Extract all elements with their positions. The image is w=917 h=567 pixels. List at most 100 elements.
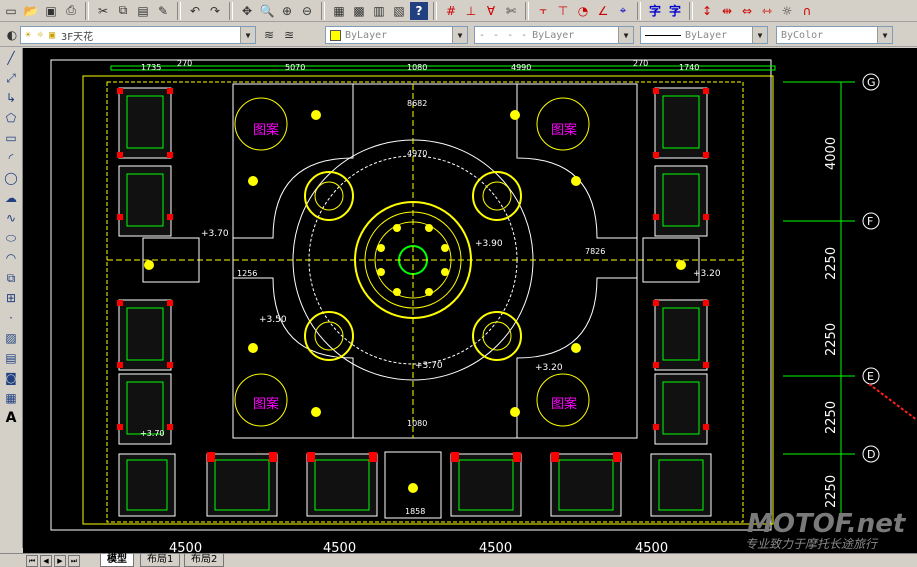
lineweight-dropdown[interactable]: ByLayer ▼ bbox=[640, 26, 768, 44]
dim-baseline-icon[interactable]: ⫟ bbox=[534, 2, 552, 20]
undo-icon[interactable]: ↶ bbox=[186, 2, 204, 20]
circle-icon[interactable]: ◯ bbox=[0, 168, 22, 188]
top-dim: 270 bbox=[177, 59, 192, 68]
help-icon[interactable]: ? bbox=[410, 1, 428, 20]
layer-dropdown[interactable]: ☀ ☼ ▣ 3F天花 ▼ bbox=[20, 26, 256, 44]
dim-arc-icon[interactable]: ∩ bbox=[798, 2, 816, 20]
linetype-preview: - - - - bbox=[479, 29, 529, 41]
grid-label: F bbox=[867, 215, 873, 228]
drawing-canvas[interactable]: 图案 图案 图案 图案 +3.70 +3.90 +3.50 +3.70 +3.2… bbox=[23, 48, 917, 553]
dim-space-icon[interactable]: ⇔ bbox=[738, 2, 756, 20]
print-icon[interactable]: ⎙ bbox=[62, 2, 80, 20]
vertical-dim: 2250 bbox=[824, 401, 839, 434]
ellipse-icon[interactable]: ⬭ bbox=[0, 228, 22, 248]
toolbar-separator bbox=[229, 1, 233, 20]
gradient-icon[interactable]: ▤ bbox=[0, 348, 22, 368]
spline-icon[interactable]: ∿ bbox=[0, 208, 22, 228]
pan-icon[interactable]: ✥ bbox=[238, 2, 256, 20]
redo-icon[interactable]: ↷ bbox=[206, 2, 224, 20]
copy-icon[interactable]: ⧉ bbox=[114, 2, 132, 20]
dim-radius-icon[interactable]: ◔ bbox=[574, 2, 592, 20]
tab-layout1[interactable]: 布局1 bbox=[140, 554, 181, 567]
save-icon[interactable]: ▣ bbox=[42, 2, 60, 20]
dim-angular-icon[interactable]: ∠ bbox=[594, 2, 612, 20]
chevron-down-icon[interactable]: ▼ bbox=[240, 27, 255, 43]
toolbar-separator bbox=[637, 1, 641, 20]
tab-layout2[interactable]: 布局2 bbox=[184, 554, 225, 567]
color-dropdown[interactable]: ByLayer ▼ bbox=[325, 26, 468, 44]
plotstyle-dropdown[interactable]: ByColor ▼ bbox=[776, 26, 893, 44]
chevron-down-icon[interactable]: ▼ bbox=[752, 27, 767, 43]
construction-line-icon[interactable]: ⤢ bbox=[0, 68, 22, 88]
dim-ordinate-icon[interactable]: ⊤ bbox=[554, 2, 572, 20]
level-mark: +3.50 bbox=[259, 315, 287, 325]
ellipse-arc-icon[interactable]: ◠ bbox=[0, 248, 22, 268]
tool-palette-icon[interactable]: ▥ bbox=[370, 2, 388, 20]
match-properties-icon[interactable]: ✎ bbox=[154, 2, 172, 20]
toolbar-separator bbox=[525, 1, 529, 20]
ceiling-plan-drawing: 图案 图案 图案 图案 +3.70 +3.90 +3.50 +3.70 +3.2… bbox=[50, 59, 917, 553]
level-mark: +3.70 bbox=[201, 229, 229, 239]
dim-center-icon[interactable]: ⌖ bbox=[614, 2, 632, 20]
dim-continue-icon[interactable]: Ɐ bbox=[482, 2, 500, 20]
insert-block-icon[interactable]: ⧉ bbox=[0, 268, 22, 288]
zoom-previous-icon[interactable]: ⊖ bbox=[298, 2, 316, 20]
bottom-dim: 4500 bbox=[169, 541, 202, 553]
inner-dim: 4970 bbox=[407, 149, 427, 158]
chevron-down-icon[interactable]: ▼ bbox=[618, 27, 633, 43]
table-icon[interactable]: ▦ bbox=[0, 388, 22, 408]
properties-icon[interactable]: ▦ bbox=[330, 2, 348, 20]
design-center-icon[interactable]: ▩ bbox=[350, 2, 368, 20]
top-dim: 4990 bbox=[511, 63, 531, 72]
chevron-down-icon[interactable]: ▼ bbox=[452, 27, 467, 43]
make-block-icon[interactable]: ⊞ bbox=[0, 288, 22, 308]
dim-break-icon[interactable]: ⇹ bbox=[718, 2, 736, 20]
open-file-icon[interactable]: 📂 bbox=[22, 2, 40, 20]
last-tab-icon[interactable]: ⏭ bbox=[68, 555, 80, 567]
mtext-icon[interactable]: A bbox=[0, 408, 22, 428]
vertical-dim: 2250 bbox=[824, 247, 839, 280]
region-icon[interactable]: ◙ bbox=[0, 368, 22, 388]
first-tab-icon[interactable]: ⏮ bbox=[26, 555, 38, 567]
grid-label: D bbox=[867, 448, 875, 461]
revision-cloud-icon[interactable]: ☁ bbox=[0, 188, 22, 208]
chevron-down-icon[interactable]: ▼ bbox=[877, 27, 892, 43]
new-file-icon[interactable]: ▭ bbox=[2, 2, 20, 20]
pattern-label: 图案 bbox=[253, 397, 279, 412]
layer-previous-icon[interactable]: ≊ bbox=[280, 26, 298, 44]
dim-aligned-icon[interactable]: ⊥ bbox=[462, 2, 480, 20]
pattern-label: 图案 bbox=[551, 397, 577, 412]
vertical-dim: 4000 bbox=[824, 137, 839, 170]
polyline-icon[interactable]: ↳ bbox=[0, 88, 22, 108]
top-dim: 1080 bbox=[407, 63, 427, 72]
toolbar-separator bbox=[321, 1, 325, 20]
next-tab-icon[interactable]: ▶ bbox=[54, 555, 66, 567]
text-edit-icon[interactable]: 字 bbox=[666, 2, 684, 20]
point-icon[interactable]: · bbox=[0, 308, 22, 328]
layer-manager-icon[interactable]: ≋ bbox=[260, 26, 278, 44]
zoom-window-icon[interactable]: ⊕ bbox=[278, 2, 296, 20]
text-style-icon[interactable]: 字 bbox=[646, 2, 664, 20]
dim-linear-icon[interactable]: # bbox=[442, 2, 460, 20]
polygon-icon[interactable]: ⬠ bbox=[0, 108, 22, 128]
color-swatch bbox=[330, 29, 341, 41]
rectangle-icon[interactable]: ▭ bbox=[0, 128, 22, 148]
linetype-dropdown[interactable]: - - - - ByLayer ▼ bbox=[474, 26, 634, 44]
inner-dim: 1858 bbox=[405, 507, 425, 516]
calculator-icon[interactable]: ▧ bbox=[390, 2, 408, 20]
zoom-realtime-icon[interactable]: 🔍 bbox=[258, 2, 276, 20]
prev-tab-icon[interactable]: ◀ bbox=[40, 555, 52, 567]
paste-icon[interactable]: ▤ bbox=[134, 2, 152, 20]
layer-state-icon[interactable]: ◐ bbox=[3, 26, 21, 44]
dim-stretch-icon[interactable]: ↕ bbox=[698, 2, 716, 20]
lineweight-dropdown-value: ByLayer bbox=[685, 29, 728, 41]
tab-model[interactable]: 模型 bbox=[100, 554, 134, 567]
dim-tolerance-icon[interactable]: ☼ bbox=[778, 2, 796, 20]
dim-jog-icon[interactable]: ⇿ bbox=[758, 2, 776, 20]
bottom-dim: 4500 bbox=[479, 541, 512, 553]
hatch-icon[interactable]: ▨ bbox=[0, 328, 22, 348]
line-icon[interactable]: ╱ bbox=[0, 48, 22, 68]
cut-icon[interactable]: ✂ bbox=[94, 2, 112, 20]
dim-edit-icon[interactable]: ✄ bbox=[502, 2, 520, 20]
arc-icon[interactable]: ◜ bbox=[0, 148, 22, 168]
